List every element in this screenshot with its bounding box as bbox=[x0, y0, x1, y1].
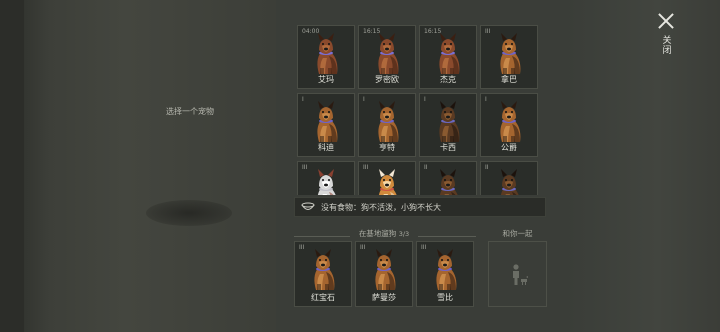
pet-name: 亨特 bbox=[379, 143, 395, 152]
choose-pet-hint: 选择一个宠物 bbox=[166, 107, 214, 116]
pet-level-tag: III bbox=[363, 164, 369, 171]
pet-grid: 04:00 艾玛 16:15 罗密欧 16:15 杰克 III 拿巴 I 科迪 … bbox=[297, 25, 545, 195]
dog-portrait-icon bbox=[317, 101, 338, 142]
base-pet-grid: III 红宝石 III 萨曼莎 III 雪比 bbox=[294, 241, 474, 307]
dog-portrait-icon bbox=[436, 249, 457, 290]
pet-level-tag: 16:15 bbox=[424, 28, 442, 35]
pet-level-tag: I bbox=[485, 96, 487, 103]
pet-name: 罗密欧 bbox=[375, 75, 399, 84]
pet-name: 杰克 bbox=[440, 75, 456, 84]
pet-level-tag: I bbox=[424, 96, 426, 103]
pet-card[interactable]: III 拿巴 bbox=[480, 25, 538, 89]
base-pet-card[interactable]: III 萨曼莎 bbox=[355, 241, 413, 307]
pet-card[interactable]: I 科迪 bbox=[297, 93, 355, 157]
pet-level-tag: I bbox=[302, 96, 304, 103]
pet-name: 科迪 bbox=[318, 143, 334, 152]
pet-level-tag: 04:00 bbox=[302, 28, 320, 35]
pet-level-tag: I bbox=[363, 96, 365, 103]
dog-portrait-icon bbox=[378, 33, 399, 74]
pet-level-tag: III bbox=[421, 244, 427, 251]
base-section-label: 在基地遛狗 3/3 bbox=[350, 228, 418, 239]
pet-level-tag: II bbox=[424, 164, 428, 171]
pet-card[interactable]: 16:15 罗密欧 bbox=[358, 25, 416, 89]
base-pet-card[interactable]: III 雪比 bbox=[416, 241, 474, 307]
food-bowl-icon bbox=[301, 202, 315, 210]
pet-card[interactable]: I 卡西 bbox=[419, 93, 477, 157]
food-status-bar: 没有食物：狗不活泼，小狗不长大 bbox=[294, 197, 546, 217]
pet-level-tag: III bbox=[360, 244, 366, 251]
dog-portrait-icon bbox=[500, 101, 521, 142]
pet-name: 卡西 bbox=[440, 143, 456, 152]
pet-preview-shadow bbox=[146, 200, 232, 226]
dog-portrait-icon bbox=[500, 169, 519, 195]
dog-portrait-icon bbox=[439, 33, 460, 74]
pet-card[interactable]: I 亨特 bbox=[358, 93, 416, 157]
pet-level-tag: III bbox=[485, 28, 491, 35]
dog-portrait-icon bbox=[378, 101, 399, 142]
close-label: 关闭 bbox=[660, 35, 671, 55]
pet-card[interactable]: III bbox=[358, 161, 416, 195]
pet-card[interactable]: III bbox=[297, 161, 355, 195]
with-you-label: 和你一起 bbox=[502, 229, 533, 238]
pet-name: 拿巴 bbox=[501, 75, 517, 84]
background-right bbox=[566, 0, 720, 332]
pet-card[interactable]: 04:00 艾玛 bbox=[297, 25, 355, 89]
close-icon bbox=[657, 12, 675, 30]
food-status-text: 没有食物：狗不活泼，小狗不长大 bbox=[321, 202, 441, 212]
pet-level-tag: II bbox=[485, 164, 489, 171]
background-left-strip bbox=[0, 0, 24, 332]
background-left bbox=[0, 0, 276, 332]
with-you-slot[interactable] bbox=[488, 241, 547, 307]
pet-level-tag: 16:15 bbox=[363, 28, 381, 35]
base-label: 在基地遛狗 bbox=[358, 229, 397, 238]
pet-name: 公爵 bbox=[501, 143, 517, 152]
close-button[interactable]: 关闭 bbox=[652, 12, 680, 68]
dog-portrait-icon bbox=[317, 33, 338, 74]
pet-name: 艾玛 bbox=[318, 75, 334, 84]
dog-portrait-icon bbox=[314, 249, 335, 290]
pet-card[interactable]: II bbox=[480, 161, 538, 195]
dog-portrait-icon bbox=[378, 169, 397, 195]
pet-card[interactable]: II bbox=[419, 161, 477, 195]
base-count: 3/3 bbox=[398, 230, 410, 238]
pet-card[interactable]: 16:15 杰克 bbox=[419, 25, 477, 89]
dog-portrait-icon bbox=[500, 33, 521, 74]
dog-portrait-icon bbox=[375, 249, 396, 290]
pet-name: 萨曼莎 bbox=[372, 293, 396, 302]
dog-portrait-icon bbox=[439, 169, 458, 195]
dog-portrait-icon bbox=[439, 101, 460, 142]
pet-level-tag: III bbox=[299, 244, 305, 251]
base-pet-card[interactable]: III 红宝石 bbox=[294, 241, 352, 307]
pet-card[interactable]: I 公爵 bbox=[480, 93, 538, 157]
person-with-dog-icon bbox=[513, 264, 528, 285]
pet-name: 雪比 bbox=[437, 293, 453, 302]
pet-name: 红宝石 bbox=[311, 293, 335, 302]
section-divider bbox=[294, 236, 350, 237]
pet-level-tag: III bbox=[302, 164, 308, 171]
section-divider bbox=[418, 236, 476, 237]
dog-portrait-icon bbox=[317, 169, 336, 195]
pet-list[interactable]: 04:00 艾玛 16:15 罗密欧 16:15 杰克 III 拿巴 I 科迪 … bbox=[297, 25, 545, 195]
